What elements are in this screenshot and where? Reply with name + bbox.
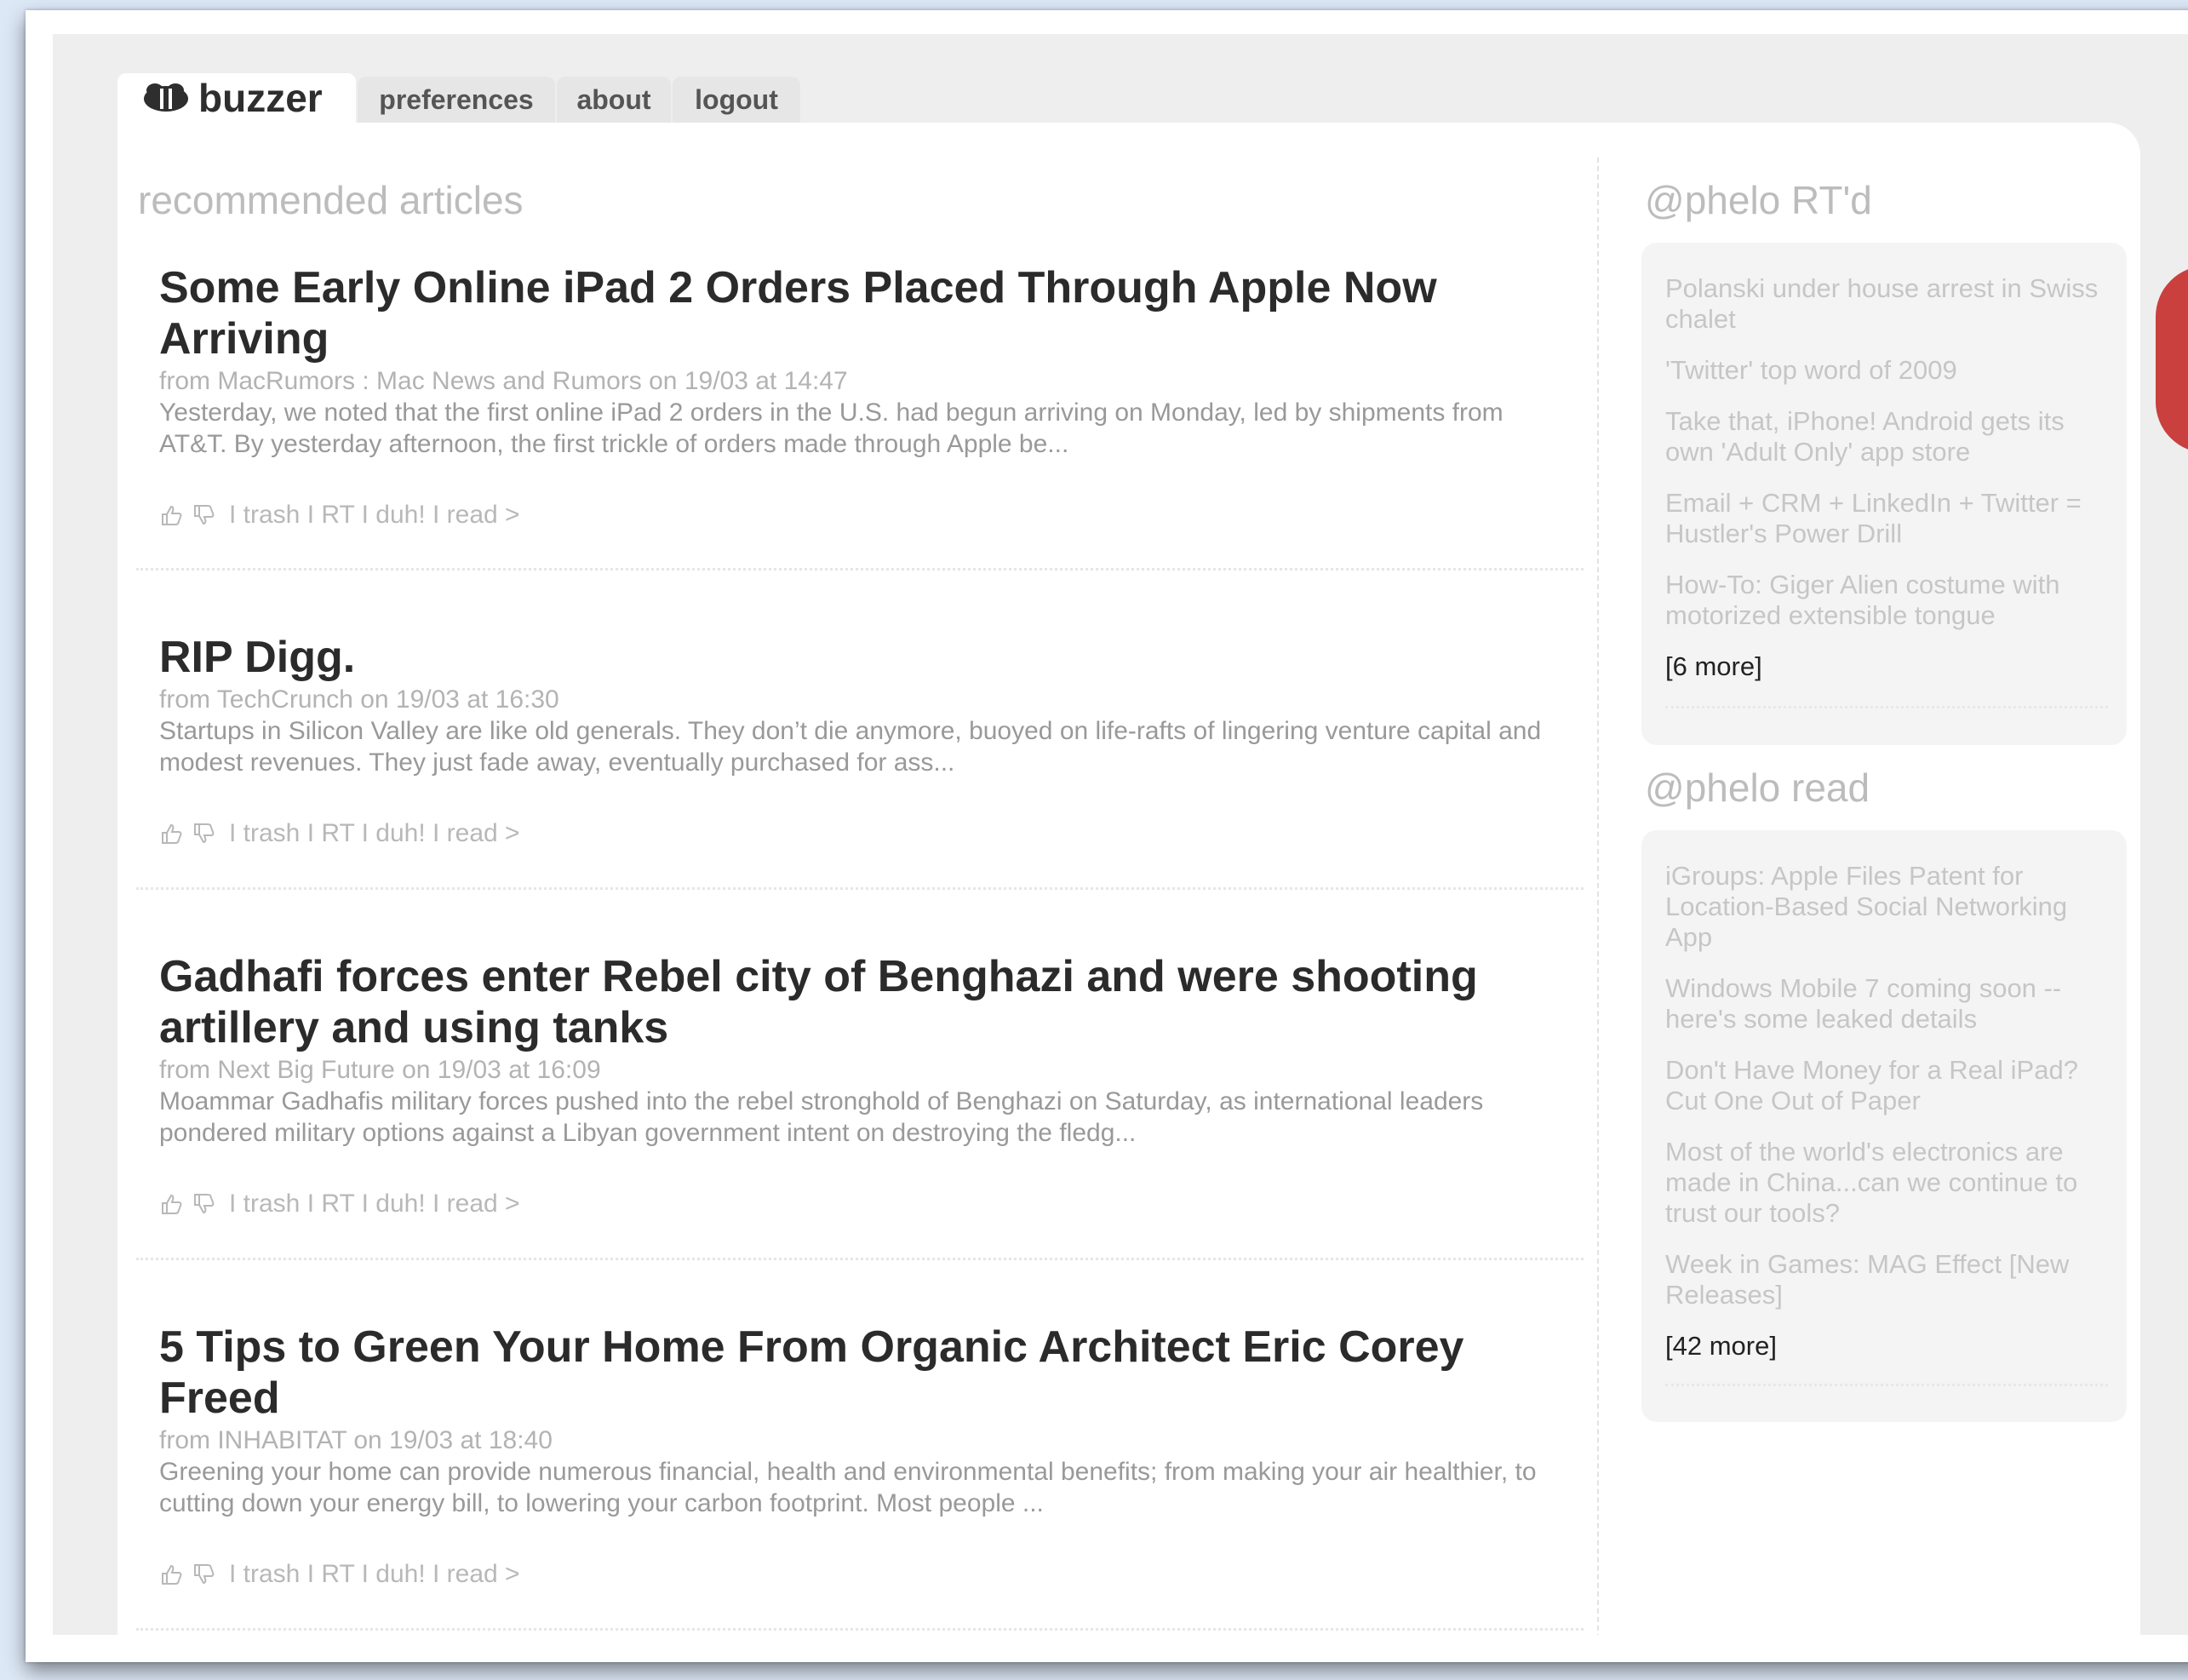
article-separator xyxy=(136,887,1584,890)
rtd-divider xyxy=(1665,706,2108,708)
logo-text: buzzer xyxy=(198,76,323,120)
article-separator xyxy=(136,568,1584,571)
thumbs-up-icon[interactable] xyxy=(159,821,185,846)
rtd-box: Polanski under house arrest in Swiss cha… xyxy=(1641,243,2127,745)
article-action-links[interactable]: I trash I RT I duh! I read > xyxy=(229,501,520,530)
article-source: from Next Big Future on 19/03 at 16:09 xyxy=(159,1056,601,1084)
rtd-title: @phelo RT'd xyxy=(1645,178,1872,222)
read-title: @phelo read xyxy=(1645,765,1870,810)
rtd-item[interactable]: Email + CRM + LinkedIn + Twitter = Hustl… xyxy=(1665,488,2108,549)
article-title[interactable]: Some Early Online iPad 2 Orders Placed T… xyxy=(159,262,1572,364)
read-item[interactable]: Don't Have Money for a Real iPad? Cut On… xyxy=(1665,1055,2108,1116)
rtd-item[interactable]: Take that, iPhone! Android gets its own … xyxy=(1665,406,2108,467)
article-excerpt: Startups in Silicon Valley are like old … xyxy=(159,717,1542,777)
app-screen: buzzer preferences about logout recommen… xyxy=(53,34,2188,1635)
rtd-item[interactable]: 'Twitter' top word of 2009 xyxy=(1665,355,2108,386)
article-title[interactable]: Gadhafi forces enter Rebel city of Bengh… xyxy=(159,951,1572,1053)
article-title[interactable]: RIP Digg. xyxy=(159,632,1572,683)
article-action-links[interactable]: I trash I RT I duh! I read > xyxy=(229,1190,520,1218)
article-actions: I trash I RT I duh! I read > xyxy=(159,1560,520,1589)
thumbs-up-icon[interactable] xyxy=(159,502,185,528)
article-separator xyxy=(136,1258,1584,1260)
thumbs-up-icon[interactable] xyxy=(159,1191,185,1217)
read-item[interactable]: Windows Mobile 7 coming soon -- here's s… xyxy=(1665,973,2108,1035)
thumbs-down-icon[interactable] xyxy=(192,1191,217,1217)
read-divider xyxy=(1665,1384,2108,1386)
article-action-links[interactable]: I trash I RT I duh! I read > xyxy=(229,819,520,848)
article-separator xyxy=(136,1628,1584,1631)
article-excerpt: Moammar Gadhafis military forces pushed … xyxy=(159,1087,1484,1147)
bee-icon xyxy=(144,83,188,112)
article-item: Some Early Online iPad 2 Orders Placed T… xyxy=(159,262,1572,529)
article-action-links[interactable]: I trash I RT I duh! I read > xyxy=(229,1560,520,1589)
article-excerpt: Greening your home can provide numerous … xyxy=(159,1458,1537,1517)
thumbs-down-icon[interactable] xyxy=(192,821,217,846)
column-divider xyxy=(1597,158,1599,1635)
article-item: RIP Digg. from TechCrunch on 19/03 at 16… xyxy=(159,632,1572,847)
thumbs-down-icon[interactable] xyxy=(192,502,217,528)
read-item[interactable]: Week in Games: MAG Effect [New Releases] xyxy=(1665,1249,2108,1310)
article-actions: I trash I RT I duh! I read > xyxy=(159,819,520,848)
article-title[interactable]: 5 Tips to Green Your Home From Organic A… xyxy=(159,1322,1572,1424)
article-source: from TechCrunch on 19/03 at 16:30 xyxy=(159,685,559,714)
section-title: recommended articles xyxy=(138,178,524,222)
logo-tab[interactable]: buzzer xyxy=(117,73,356,124)
article-actions: I trash I RT I duh! I read > xyxy=(159,501,520,530)
tab-about[interactable]: about xyxy=(557,77,671,123)
rtd-item[interactable]: How-To: Giger Alien costume with motoriz… xyxy=(1665,570,2108,631)
thumbs-up-icon[interactable] xyxy=(159,1562,185,1587)
article-actions: I trash I RT I duh! I read > xyxy=(159,1190,520,1218)
article-excerpt: Yesterday, we noted that the first onlin… xyxy=(159,398,1504,458)
read-item[interactable]: Most of the world's electronics are made… xyxy=(1665,1137,2108,1229)
feedback-tab[interactable] xyxy=(2156,266,2188,453)
tab-preferences[interactable]: preferences xyxy=(358,77,555,123)
article-source: from INHABITAT on 19/03 at 18:40 xyxy=(159,1426,553,1454)
read-box: iGroups: Apple Files Patent for Location… xyxy=(1641,830,2127,1422)
article-item: 5 Tips to Green Your Home From Organic A… xyxy=(159,1322,1572,1588)
read-item[interactable]: iGroups: Apple Files Patent for Location… xyxy=(1665,861,2108,953)
rtd-item[interactable]: Polanski under house arrest in Swiss cha… xyxy=(1665,273,2108,335)
thumbs-down-icon[interactable] xyxy=(192,1562,217,1587)
rtd-more-link[interactable]: [6 more] xyxy=(1665,651,1762,682)
article-item: Gadhafi forces enter Rebel city of Bengh… xyxy=(159,951,1572,1218)
tab-logout[interactable]: logout xyxy=(673,77,800,123)
read-more-link[interactable]: [42 more] xyxy=(1665,1331,1777,1362)
article-source: from MacRumors : Mac News and Rumors on … xyxy=(159,367,848,395)
